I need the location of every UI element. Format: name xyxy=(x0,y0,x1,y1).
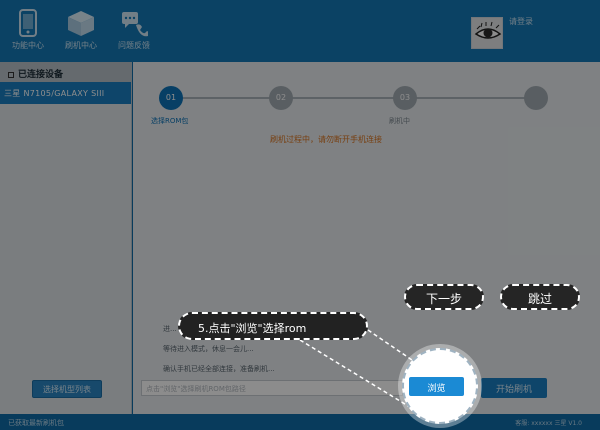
user-login-link[interactable]: 请登录 xyxy=(509,16,533,27)
nav-function-center[interactable]: 功能中心 xyxy=(2,9,54,57)
top-header: 功能中心 刷机中心 问题反馈 请登录 xyxy=(0,0,600,62)
footer-version: 客服: xxxxxx 三星 V1.0 xyxy=(515,420,582,427)
tutorial-skip-button[interactable]: 跳过 xyxy=(500,284,580,310)
phone-icon xyxy=(19,9,37,37)
start-flash-button[interactable]: 开始刷机 xyxy=(481,378,547,398)
device-sidebar: 已连接设备 三星 N7105/GALAXY SIII 选择机型列表 xyxy=(0,62,132,414)
nav-flash-center[interactable]: 刷机中心 xyxy=(55,9,107,57)
nav-label: 功能中心 xyxy=(12,41,44,50)
nav-feedback[interactable]: 问题反馈 xyxy=(108,9,160,57)
step-4 xyxy=(524,86,548,110)
sidebar-item-device[interactable]: 三星 N7105/GALAXY SIII xyxy=(0,82,131,104)
status-bar: 已获取最新刷机包 客服: xxxxxx 三星 V1.0 xyxy=(0,414,600,430)
avatar-eye-icon xyxy=(472,18,502,48)
device-name: 三星 N7105/GALAXY SIII xyxy=(4,89,105,98)
step-1-label: 选择ROM包 xyxy=(151,117,189,125)
step-3: 03 xyxy=(393,86,417,110)
feedback-icon xyxy=(122,12,148,37)
tutorial-hint-callout: 5.点击"浏览"选择rom xyxy=(178,312,368,340)
box-icon xyxy=(68,11,94,36)
step-1: 01 xyxy=(159,86,183,110)
avatar[interactable] xyxy=(471,17,503,49)
nav-label: 问题反馈 xyxy=(118,41,150,50)
browse-button[interactable]: 浏览 xyxy=(409,377,464,396)
step-progress-line xyxy=(171,97,541,99)
flash-main-panel: 01 02 03 选择ROM包 刷机中 刷机过程中，请勿断开手机连接 进... … xyxy=(133,62,600,414)
footer-status: 已获取最新刷机包 xyxy=(8,419,64,427)
log-line: 确认手机已经全部连接，准备刷机... xyxy=(163,365,275,373)
step-3-label: 刷机中 xyxy=(389,117,410,125)
tutorial-next-button[interactable]: 下一步 xyxy=(404,284,484,310)
sidebar-header: 已连接设备 xyxy=(0,62,131,82)
log-line: 进... xyxy=(163,325,177,333)
rom-path-input[interactable]: 点击"浏览"选择刷机ROM包路径 xyxy=(141,380,403,396)
model-list-button[interactable]: 选择机型列表 xyxy=(32,380,102,398)
step-2: 02 xyxy=(269,86,293,110)
checkbox-icon xyxy=(8,71,14,78)
log-line: 等待进入模式，休息一会儿... xyxy=(163,345,254,353)
sidebar-header-label: 已连接设备 xyxy=(18,70,64,80)
nav-label: 刷机中心 xyxy=(65,41,97,50)
status-warning: 刷机过程中，请勿断开手机连接 xyxy=(270,135,382,144)
